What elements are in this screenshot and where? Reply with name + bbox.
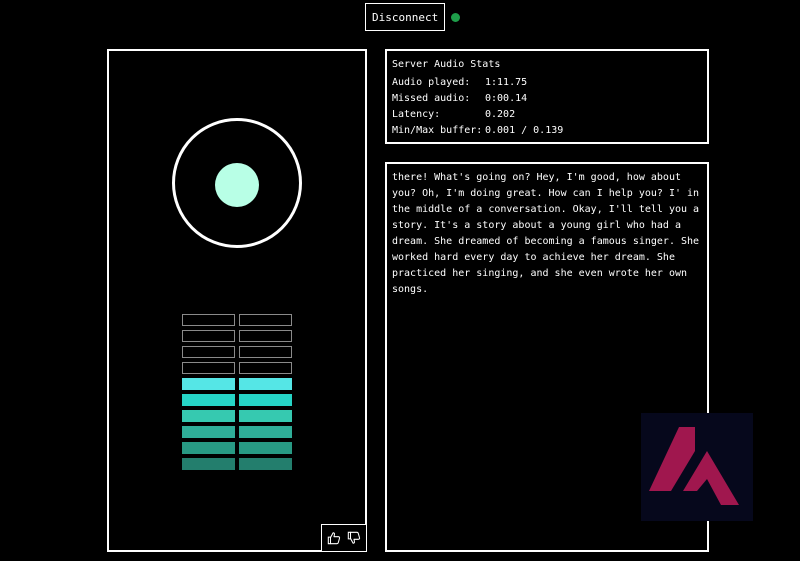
meter-bar — [239, 346, 292, 358]
meter-row — [182, 458, 294, 470]
meter-bar — [239, 458, 292, 470]
stat-value: 0:00.14 — [485, 93, 528, 104]
stat-label: Audio played: — [392, 77, 471, 88]
meter-row — [182, 362, 294, 374]
meter-bar — [182, 442, 235, 454]
stat-value: 1:11.75 — [485, 77, 528, 88]
meter-row — [182, 378, 294, 390]
speaker-orb — [215, 163, 259, 207]
meter-row — [182, 330, 294, 342]
stat-row-buffer: Min/Max buffer: 0.001 / 0.139 — [392, 123, 702, 139]
meter-bar — [239, 378, 292, 390]
meter-bar — [182, 458, 235, 470]
meter-bar — [182, 346, 235, 358]
meter-row — [182, 426, 294, 438]
meter-bar — [182, 330, 235, 342]
meter-row — [182, 442, 294, 454]
audio-visualizer-panel — [107, 49, 367, 552]
meter-bar — [239, 314, 292, 326]
meter-bar — [239, 426, 292, 438]
connection-status-icon — [451, 12, 461, 22]
thumbs-down-icon[interactable] — [347, 531, 361, 545]
feedback-box — [321, 524, 367, 552]
meter-bar — [182, 410, 235, 422]
meter-bar — [239, 330, 292, 342]
meter-bar — [182, 378, 235, 390]
meter-row — [182, 394, 294, 406]
meter-row — [182, 410, 294, 422]
meter-bar — [239, 442, 292, 454]
connection-bar: Disconnect — [365, 3, 461, 31]
stat-value: 0.001 / 0.139 — [485, 125, 564, 136]
meter-bar — [182, 314, 235, 326]
app-root: Disconnect Server Audio Stats Audio play… — [0, 0, 800, 561]
disconnect-button[interactable]: Disconnect — [365, 3, 446, 31]
stat-row-audio-played: Audio played: 1:11.75 — [392, 75, 702, 91]
meter-bar — [239, 394, 292, 406]
meter-bar — [239, 362, 292, 374]
stat-label: Latency: — [392, 109, 441, 120]
stat-value: 0.202 — [485, 109, 516, 120]
server-audio-stats-panel: Server Audio Stats Audio played: 1:11.75… — [385, 49, 709, 144]
meter-bar — [239, 410, 292, 422]
stat-label: Min/Max buffer: — [392, 125, 483, 136]
stats-title: Server Audio Stats — [392, 59, 501, 70]
stat-row-missed-audio: Missed audio: 0:00.14 — [392, 91, 702, 107]
meter-bar — [182, 394, 235, 406]
thumbs-up-icon[interactable] — [327, 531, 341, 545]
meter-bar — [182, 362, 235, 374]
stat-label: Missed audio: — [392, 93, 471, 104]
stat-row-latency: Latency: 0.202 — [392, 107, 702, 123]
meter-bar — [182, 426, 235, 438]
meter-row — [182, 346, 294, 358]
kyutai-logo-icon — [641, 413, 753, 521]
speaker-ring — [172, 118, 302, 248]
meter-row — [182, 314, 294, 326]
audio-level-meter — [182, 314, 294, 474]
